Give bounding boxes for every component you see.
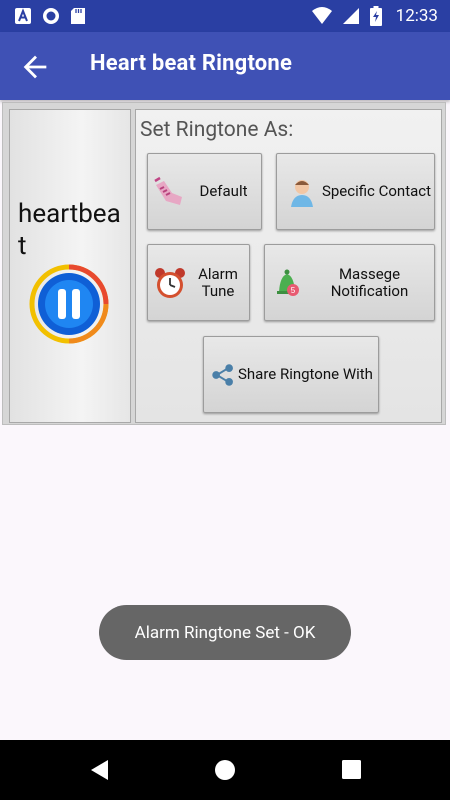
wifi-icon (311, 7, 332, 24)
toast-message: Alarm Ringtone Set - OK (99, 605, 351, 660)
text-a-icon (15, 8, 31, 24)
share-ringtone-button[interactable]: Share Ringtone With (203, 336, 379, 413)
ringtone-name: heartbeat (18, 199, 121, 261)
alarm-tune-button[interactable]: Alarm Tune (147, 244, 250, 321)
message-notification-label: Massege Notification (330, 264, 409, 300)
default-label: Default (199, 182, 248, 200)
phone-icon (154, 176, 182, 205)
pause-icon[interactable] (29, 264, 109, 344)
home-circle-icon[interactable] (213, 758, 237, 782)
default-button[interactable]: Default (147, 153, 262, 230)
alarm-tune-label: Alarm Tune (198, 264, 238, 300)
svg-text:5: 5 (291, 286, 296, 295)
back-triangle-icon[interactable] (88, 758, 112, 782)
page-title: Heart beat Ringtone (90, 51, 293, 76)
status-time: 12:33 (395, 6, 438, 26)
sd-card-icon (71, 8, 85, 24)
notification-bell-icon: 5 (277, 269, 299, 296)
app-bar: Heart beat Ringtone (0, 32, 450, 100)
specific-contact-label: Specific Contact (321, 182, 432, 200)
set-as-label: Set Ringtone As: (140, 118, 294, 142)
status-left-icons (14, 7, 86, 25)
battery-charging-icon (369, 6, 382, 26)
set-as-card: Set Ringtone As: Default Specific Contac… (135, 109, 442, 423)
alarm-clock-icon (155, 267, 185, 298)
specific-contact-button[interactable]: Specific Contact (276, 153, 435, 230)
arrow-back-icon[interactable] (18, 50, 52, 84)
status-right-icons: 12:33 (311, 6, 438, 26)
record-icon (43, 8, 59, 24)
share-ringtone-label: Share Ringtone With (238, 365, 373, 383)
ringtone-card: heartbeat (9, 109, 131, 423)
contact-icon (291, 179, 313, 207)
recents-square-icon[interactable] (340, 758, 364, 782)
status-bar: 12:33 (0, 0, 450, 32)
message-notification-button[interactable]: 5 Massege Notification (264, 244, 435, 321)
ringtone-panel: heartbeat Set Ringtone As: Default Speci… (2, 102, 446, 425)
signal-icon (342, 8, 359, 24)
navigation-bar (0, 740, 450, 800)
share-icon (212, 363, 233, 386)
